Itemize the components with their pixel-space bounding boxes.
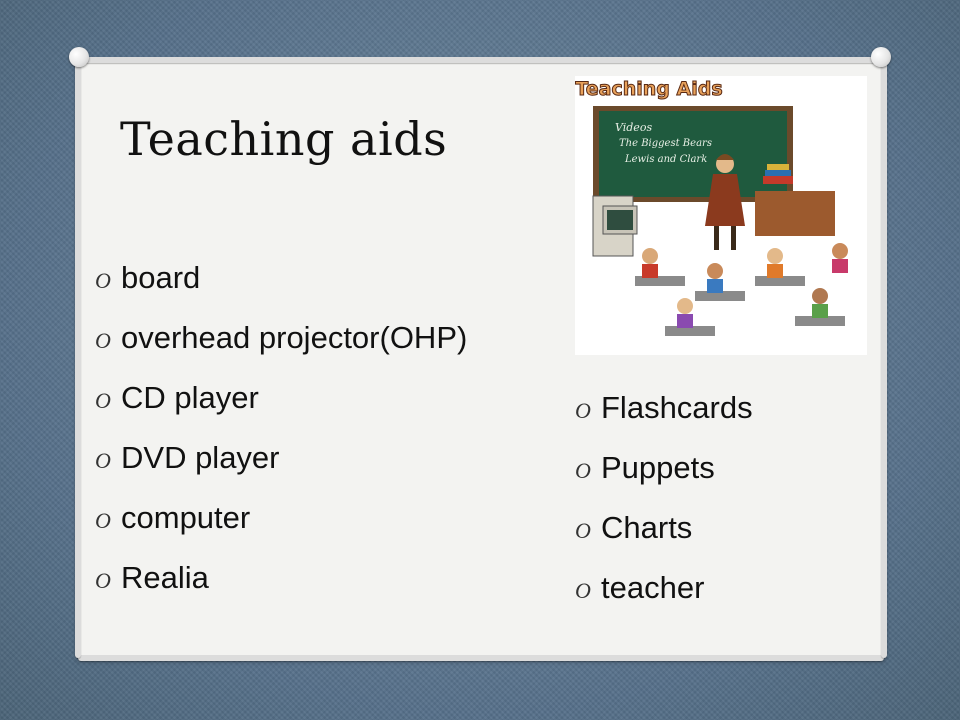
student-body	[707, 279, 723, 293]
frame-right-line	[881, 60, 887, 658]
bullet-icon: O	[95, 328, 111, 353]
student-head	[707, 263, 723, 279]
list-item-text: CD player	[121, 380, 259, 415]
teacher-desk	[755, 191, 835, 236]
student-body	[677, 314, 693, 328]
student-head	[812, 288, 828, 304]
teacher-leg	[714, 226, 719, 250]
list-item-text: overhead projector(OHP)	[121, 320, 468, 355]
list-item: O Flashcards	[575, 378, 753, 438]
student-head	[677, 298, 693, 314]
student-body	[812, 304, 828, 318]
students	[635, 243, 848, 336]
book	[763, 176, 793, 184]
list-item-text: board	[121, 260, 201, 295]
corner-knob-top-left	[69, 47, 89, 67]
bullet-icon: O	[95, 268, 111, 293]
list-item: O Realia	[95, 548, 467, 608]
bullet-icon: O	[95, 448, 111, 473]
teacher-leg	[731, 226, 736, 250]
student-body	[642, 264, 658, 278]
left-bullet-list: Oboard Ooverhead projector(OHP) O CD play…	[95, 248, 467, 608]
list-item: O CD player	[95, 368, 467, 428]
bullet-icon: O	[95, 568, 111, 593]
bullet-icon: O	[575, 578, 591, 603]
right-bullet-list: O Flashcards O Puppets O Charts Oteacher	[575, 378, 753, 618]
list-item: O Puppets	[575, 438, 753, 498]
frame-left-line	[75, 60, 81, 658]
list-item-text: Flashcards	[601, 390, 753, 425]
book	[765, 170, 791, 176]
list-item-text: DVD player	[121, 440, 280, 475]
list-item: O Charts	[575, 498, 753, 558]
board-line-3: Lewis and Clark	[624, 154, 707, 165]
bullet-icon: O	[575, 518, 591, 543]
list-item: O DVD player	[95, 428, 467, 488]
classroom-drawing: Videos The Biggest Bears Lewis and Clark	[592, 106, 848, 336]
board-line-1: Videos	[615, 121, 652, 134]
bullet-icon: O	[95, 508, 111, 533]
bullet-icon: O	[95, 388, 111, 413]
student-head	[642, 248, 658, 264]
list-item: Ocomputer	[95, 488, 467, 548]
classroom-illustration: Teaching Aids Videos The Biggest Bears L…	[575, 76, 867, 355]
student-body	[767, 264, 783, 278]
frame-bottom-line	[78, 655, 884, 661]
list-item: Oboard	[95, 248, 467, 308]
bullet-icon: O	[575, 458, 591, 483]
student-body	[832, 259, 848, 273]
bullet-icon: O	[575, 398, 591, 423]
book	[767, 164, 789, 170]
list-item-text: Realia	[121, 560, 209, 595]
list-item-text: teacher	[601, 570, 705, 605]
student-head	[767, 248, 783, 264]
computer-screen	[607, 210, 633, 230]
list-item-text: Puppets	[601, 450, 715, 485]
list-item: Oteacher	[575, 558, 753, 618]
board-line-2: The Biggest Bears	[619, 138, 712, 149]
list-item: Ooverhead projector(OHP)	[95, 308, 467, 368]
frame-top-line	[78, 57, 884, 63]
slide-title: Teaching aids	[120, 112, 448, 166]
list-item-text: Charts	[601, 510, 693, 545]
corner-knob-top-right	[871, 47, 891, 67]
list-item-text: computer	[121, 500, 251, 535]
student-head	[832, 243, 848, 259]
